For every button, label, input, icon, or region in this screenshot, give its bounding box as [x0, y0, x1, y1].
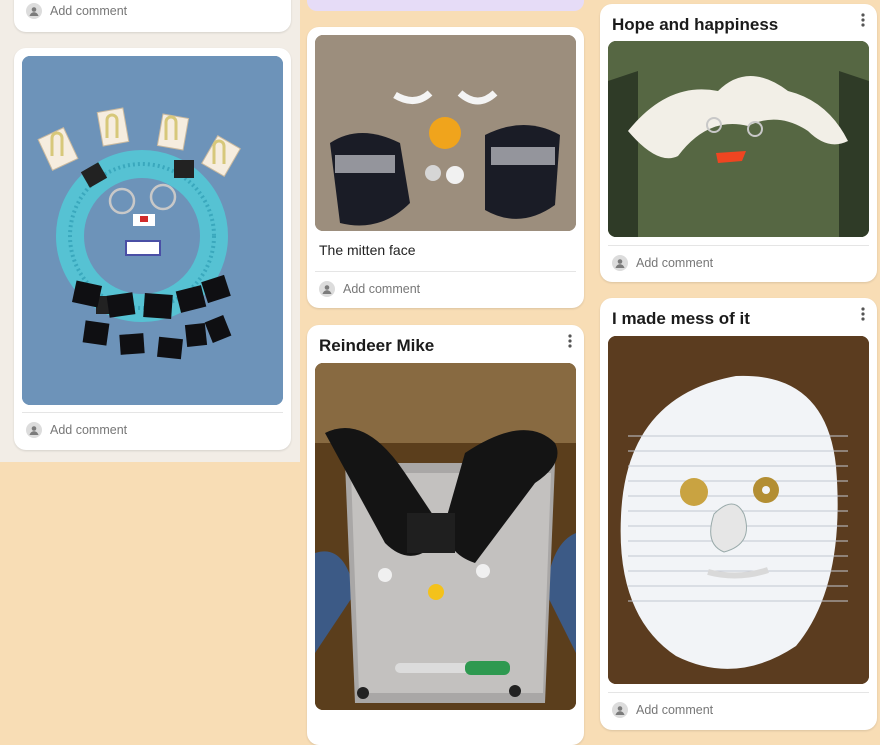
divider — [608, 245, 869, 246]
card-reindeer-mike[interactable]: Reindeer Mike — [307, 325, 584, 745]
mess-image[interactable] — [608, 336, 869, 684]
hope-image[interactable] — [608, 41, 869, 237]
card-beaded-face[interactable]: Add comment — [14, 48, 291, 450]
add-comment-label: Add comment — [636, 703, 714, 717]
user-icon — [322, 285, 332, 294]
card-i-made-mess-of-it[interactable]: I made mess of it Add comment — [600, 298, 877, 730]
divider — [608, 692, 869, 693]
card-caption: The mitten face — [319, 242, 416, 258]
add-comment-label: Add comment — [343, 282, 421, 296]
card-mitten-face[interactable]: The mitten face Add comment — [307, 27, 584, 308]
reindeer-image[interactable] — [315, 363, 576, 710]
user-icon — [29, 7, 39, 16]
card-title: Hope and happiness — [612, 15, 779, 34]
avatar — [319, 281, 335, 297]
add-comment-field[interactable]: Add comment — [26, 3, 127, 19]
user-icon — [615, 706, 625, 715]
avatar — [26, 3, 42, 19]
avatar — [612, 702, 628, 718]
add-comment-label: Add comment — [50, 4, 128, 18]
add-comment-field[interactable]: Add comment — [612, 255, 713, 271]
more-options-icon[interactable] — [853, 10, 873, 30]
more-options-icon[interactable] — [853, 304, 873, 324]
beaded-face-image[interactable] — [22, 56, 283, 405]
mitten-face-image[interactable] — [315, 35, 576, 231]
add-comment-field[interactable]: Add comment — [612, 702, 713, 718]
card-title: Reindeer Mike — [319, 336, 435, 355]
card-top-left-stub[interactable]: Add comment — [14, 0, 291, 32]
user-icon — [29, 426, 39, 435]
card-top-middle-stub[interactable] — [307, 0, 584, 11]
user-icon — [615, 259, 625, 268]
card-hope-and-happiness[interactable]: Hope and happiness Add comment — [600, 4, 877, 282]
card-title: I made mess of it — [612, 309, 750, 328]
divider — [315, 271, 576, 272]
divider — [22, 412, 283, 413]
add-comment-field[interactable]: Add comment — [319, 281, 420, 297]
more-options-icon[interactable] — [560, 331, 580, 351]
avatar — [612, 255, 628, 271]
add-comment-label: Add comment — [50, 423, 128, 437]
add-comment-field[interactable]: Add comment — [26, 422, 127, 438]
avatar — [26, 422, 42, 438]
add-comment-label: Add comment — [636, 256, 714, 270]
